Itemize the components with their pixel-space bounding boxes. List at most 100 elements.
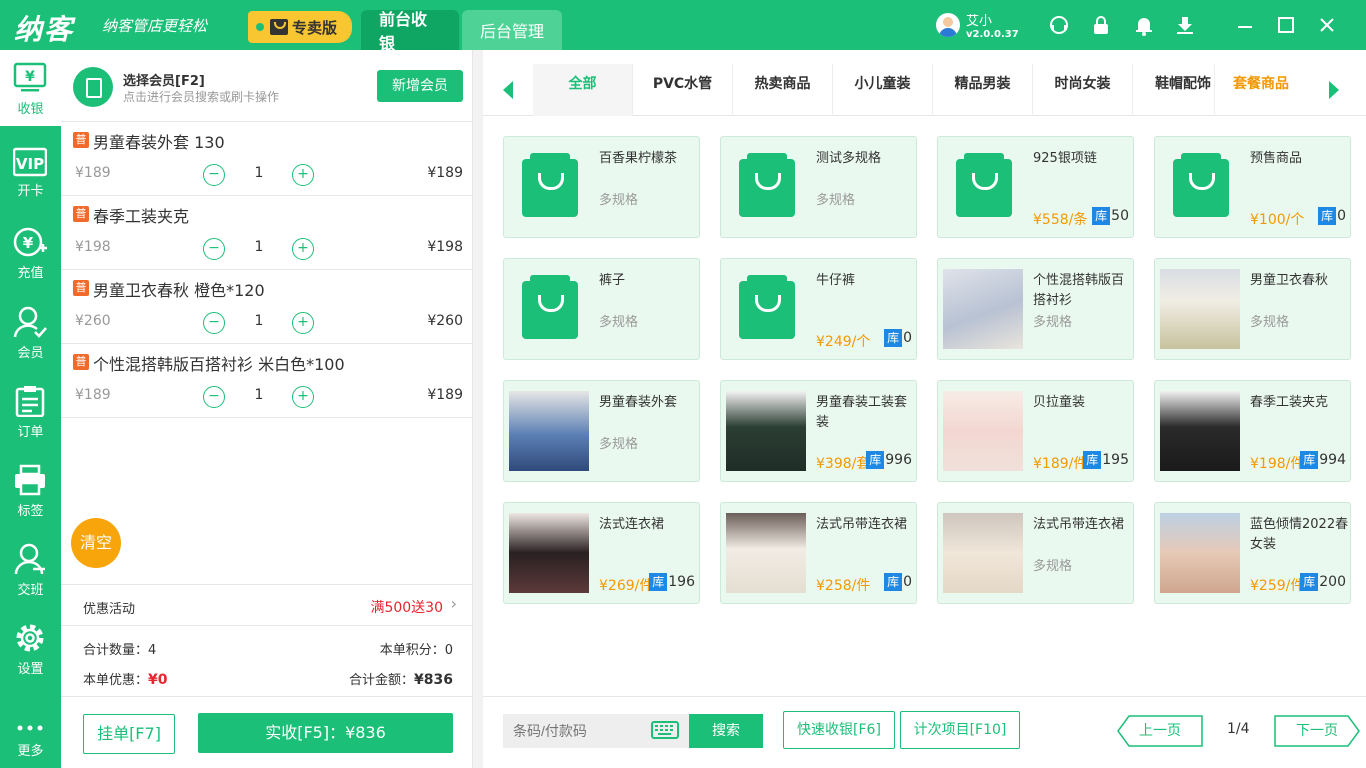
category-tab[interactable]: 精品男装	[933, 64, 1033, 116]
member-title[interactable]: 选择会员[F2]	[123, 70, 205, 89]
product-card[interactable]: 法式连衣裙 ¥269/件库 196	[503, 502, 700, 604]
pay-button[interactable]: 实收[F5]：¥836	[198, 713, 453, 753]
minus-button[interactable]: −	[203, 164, 225, 186]
product-card[interactable]: 贝拉童装 ¥189/件库 195	[937, 380, 1134, 482]
bell-icon[interactable]	[1133, 14, 1155, 36]
arrow-left-icon[interactable]	[483, 72, 533, 108]
quantity-value[interactable]: 1	[246, 313, 272, 329]
product-title: 男童卫衣春秋	[1250, 273, 1329, 288]
minus-button[interactable]: −	[203, 238, 225, 260]
category-tab[interactable]: 时尚女装	[1033, 64, 1133, 116]
more-icon	[13, 704, 47, 736]
quantity-value[interactable]: 1	[246, 239, 272, 255]
user-name[interactable]: 艾小	[966, 10, 992, 29]
product-card[interactable]: 男童春装工装套装 ¥398/套库 996	[720, 380, 917, 482]
product-title: 男童春装工装套装	[816, 395, 908, 430]
cart-item[interactable]: 普 男童春装外套 130 ¥189 − 1 + ¥189	[61, 122, 473, 196]
discount-label: 本单优惠：	[83, 673, 149, 688]
shopping-bag-icon	[1173, 153, 1229, 217]
product-card[interactable]: 牛仔裤 ¥249/个库 0	[720, 258, 917, 360]
sidebar-item-cashier[interactable]: ¥ 收银	[0, 50, 61, 126]
quantity-value[interactable]: 1	[246, 387, 272, 403]
product-card[interactable]: 裤子 多规格	[503, 258, 700, 360]
product-title: 贝拉童装	[1033, 395, 1086, 410]
sidebar-item-open-card[interactable]: VIP 开卡	[0, 134, 61, 210]
product-card[interactable]: 法式吊带连衣裙 ¥258/件库 0	[720, 502, 917, 604]
minus-button[interactable]: −	[203, 312, 225, 334]
tab-front-cashier[interactable]: 前台收银	[361, 10, 459, 53]
category-tab[interactable]: 小儿童装	[833, 64, 933, 116]
shopping-bag-icon	[270, 19, 288, 35]
hang-order-button[interactable]: 挂单[F7]	[83, 714, 175, 754]
cart-item[interactable]: 普 男童卫衣春秋 橙色*120 ¥260 − 1 + ¥260	[61, 270, 473, 344]
plus-button[interactable]: +	[292, 164, 314, 186]
plus-button[interactable]: +	[292, 312, 314, 334]
cart-item[interactable]: 普 个性混搭韩版百搭衬衫 米白色*100 ¥189 − 1 + ¥189	[61, 344, 473, 418]
member-selector[interactable]: 选择会员[F2] 点击进行会员搜索或刷卡操作 新增会员	[61, 50, 473, 122]
next-page-button[interactable]: 下一页	[1274, 715, 1360, 747]
prev-page-button[interactable]: 上一页	[1117, 715, 1203, 747]
product-card[interactable]: 蓝色倾情2022春女装 ¥259/件库 200	[1154, 502, 1351, 604]
sidebar-item-shift[interactable]: 交班	[0, 531, 61, 607]
cashier-icon: ¥	[13, 62, 47, 94]
minimize-icon[interactable]	[1234, 14, 1256, 36]
minus-button[interactable]: −	[203, 386, 225, 408]
shopping-bag-icon	[522, 275, 578, 339]
edition-badge: 专卖版	[248, 11, 352, 43]
quantity-value[interactable]: 1	[246, 165, 272, 181]
quick-checkout-button[interactable]: 快速收银[F6]	[783, 711, 895, 749]
product-card[interactable]: 男童卫衣春秋 多规格	[1154, 258, 1351, 360]
product-card[interactable]: 测试多规格 多规格	[720, 136, 917, 238]
promotion-row[interactable]: 优惠活动 满500送30 ›	[61, 584, 473, 626]
category-tab[interactable]: 鞋帽配饰	[1133, 64, 1215, 116]
support-icon[interactable]	[1048, 14, 1070, 36]
keyboard-icon[interactable]	[651, 721, 679, 739]
stock-tag: 库	[884, 573, 903, 591]
badge-dot	[256, 23, 264, 31]
sidebar-item-label-print[interactable]: 标签	[0, 452, 61, 528]
product-card[interactable]: 春季工装夹克 ¥198/件库 994	[1154, 380, 1351, 482]
regular-tag: 普	[73, 354, 89, 370]
product-stock: 库 996	[866, 451, 912, 469]
cart-item[interactable]: 普 春季工装夹克 ¥198 − 1 + ¥198	[61, 196, 473, 270]
product-card[interactable]: 925银项链 ¥558/条库 50	[937, 136, 1134, 238]
tab-back-office[interactable]: 后台管理	[462, 10, 562, 50]
product-card[interactable]: 法式吊带连衣裙 多规格	[937, 502, 1134, 604]
user-avatar[interactable]	[936, 13, 960, 37]
product-title: 个性混搭韩版百搭衬衫	[1033, 273, 1125, 308]
sidebar-item-order[interactable]: 订单	[0, 373, 61, 449]
category-tab[interactable]: 全部	[533, 64, 633, 116]
plus-button[interactable]: +	[292, 238, 314, 260]
lock-icon[interactable]	[1090, 14, 1112, 36]
category-tab[interactable]: 套餐商品	[1211, 64, 1311, 116]
search-button[interactable]: 搜索	[689, 714, 763, 748]
promotion-label: 优惠活动	[83, 602, 136, 617]
product-card[interactable]: 百香果柠檬茶 多规格	[503, 136, 700, 238]
member-hint: 点击进行会员搜索或刷卡操作	[123, 90, 280, 104]
download-icon[interactable]	[1174, 14, 1196, 36]
sidebar-item-more[interactable]: 更多	[0, 692, 61, 768]
sidebar-item-recharge[interactable]: ¥ 充值	[0, 214, 61, 290]
arrow-right-icon[interactable]	[1311, 72, 1361, 108]
stock-tag: 库	[649, 573, 668, 591]
product-card[interactable]: 男童春装外套 多规格	[503, 380, 700, 482]
product-spec: 多规格	[1033, 559, 1073, 574]
product-card[interactable]: 个性混搭韩版百搭衬衫 多规格	[937, 258, 1134, 360]
add-member-button[interactable]: 新增会员	[377, 70, 463, 102]
shopping-bag-icon	[739, 153, 795, 217]
sidebar-item-settings[interactable]: 设置	[0, 610, 61, 686]
close-icon[interactable]	[1316, 14, 1338, 36]
sidebar-item-member[interactable]: 会员	[0, 294, 61, 370]
category-tab[interactable]: PVC水管	[633, 64, 733, 116]
maximize-icon[interactable]	[1275, 14, 1297, 36]
svg-text:VIP: VIP	[16, 155, 44, 173]
product-card[interactable]: 预售商品 ¥100/个库 0	[1154, 136, 1351, 238]
category-tab[interactable]: 热卖商品	[733, 64, 833, 116]
plus-button[interactable]: +	[292, 386, 314, 408]
sidebar-item-label: 设置	[17, 662, 44, 677]
product-title: 男童春装外套	[599, 395, 678, 410]
count-items-button[interactable]: 计次项目[F10]	[900, 711, 1020, 749]
stock-count: 994	[1319, 452, 1346, 468]
clear-cart-button[interactable]: 清空	[71, 518, 121, 568]
product-stock: 库 196	[649, 573, 695, 591]
